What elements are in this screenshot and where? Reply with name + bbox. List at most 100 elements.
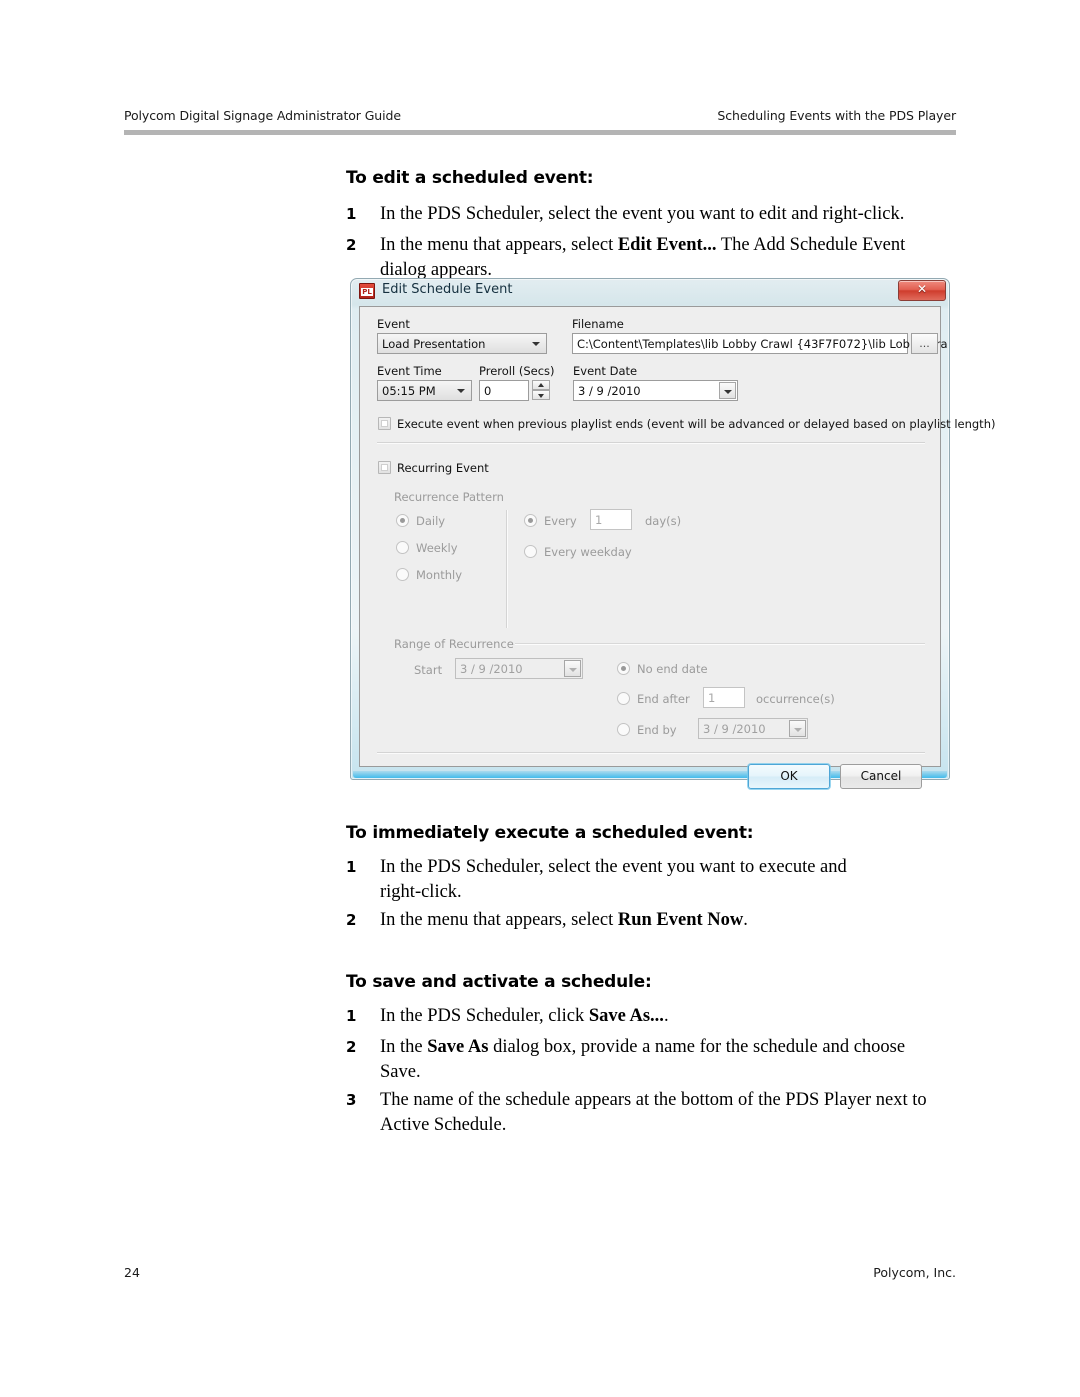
step-item: 2 In the menu that appears, select Edit …: [346, 233, 946, 283]
filename-value: C:\Content\Templates\lib Lobby Crawl {43…: [577, 337, 948, 351]
footer-page-number: 24: [124, 1265, 140, 1280]
step-text: In the PDS Scheduler, click Save As....: [380, 1006, 669, 1026]
every-unit-label: day(s): [645, 514, 682, 528]
end-after-value: 1: [708, 691, 716, 705]
every-interval-value: 1: [595, 513, 603, 527]
range-group-line: [515, 643, 925, 645]
heading-edit-scheduled-event: To edit a scheduled event:: [346, 168, 594, 188]
radio-weekly-label: Weekly: [416, 541, 458, 555]
radio-end-after[interactable]: [617, 692, 630, 705]
start-label: Start: [414, 663, 443, 677]
event-time-label: Event Time: [377, 364, 442, 378]
chevron-down-icon: [719, 382, 736, 399]
footer-divider: [377, 752, 925, 754]
radio-no-end-date[interactable]: [617, 662, 630, 675]
chevron-down-icon: [453, 382, 470, 399]
radio-end-by[interactable]: [617, 723, 630, 736]
step-item: 1 In the PDS Scheduler, click Save As...…: [346, 1004, 946, 1029]
step-text: In the menu that appears, select Run Eve…: [380, 910, 748, 930]
event-label: Event: [377, 317, 410, 331]
step-number: 2: [346, 236, 357, 254]
recurring-event-checkbox[interactable]: [378, 461, 391, 474]
filename-input[interactable]: C:\Content\Templates\lib Lobby Crawl {43…: [572, 333, 948, 354]
cancel-button[interactable]: Cancel: [840, 764, 922, 789]
step-number: 3: [346, 1091, 357, 1109]
occurrences-label: occurrence(s): [756, 692, 835, 706]
polycom-pl-icon: [359, 283, 375, 299]
every-interval-input[interactable]: 1: [590, 509, 632, 530]
end-by-date-picker[interactable]: 3 / 9 /2010: [698, 718, 808, 739]
step-text: In the PDS Scheduler, select the event y…: [380, 857, 847, 902]
step-text: The name of the schedule appears at the …: [380, 1090, 927, 1135]
close-icon[interactable]: ✕: [898, 280, 946, 301]
step-item: 2 In the menu that appears, select Run E…: [346, 908, 946, 933]
preroll-input[interactable]: 0: [479, 380, 529, 401]
step-text: In the menu that appears, select Edit Ev…: [380, 235, 906, 280]
radio-every-weekday[interactable]: [524, 545, 537, 558]
divider: [377, 442, 925, 444]
footer-brand: Polycom, Inc.: [873, 1265, 956, 1280]
dialog-client-area: Event Load Presentation Filename C:\Cont…: [359, 306, 995, 789]
start-date-value: 3 / 9 /2010: [460, 662, 523, 676]
preroll-label: Preroll (Secs): [479, 364, 555, 378]
preroll-stepper[interactable]: [532, 380, 550, 401]
event-date-value: 3 / 9 /2010: [578, 384, 641, 398]
event-time-combo[interactable]: 05:15 PM: [377, 380, 472, 401]
filename-label: Filename: [572, 317, 624, 331]
event-time-value: 05:15 PM: [382, 384, 436, 398]
step-text: In the Save As dialog box, provide a nam…: [380, 1037, 906, 1082]
step-number: 1: [346, 858, 357, 876]
heading-immediately-execute-event: To immediately execute a scheduled event…: [346, 823, 754, 843]
close-glyph: ✕: [916, 282, 928, 296]
event-date-picker[interactable]: 3 / 9 /2010: [573, 380, 738, 401]
radio-every-label: Every: [544, 514, 577, 528]
page-header: Polycom Digital Signage Administrator Gu…: [124, 108, 956, 138]
radio-daily-label: Daily: [416, 514, 446, 528]
stepper-down-icon[interactable]: [532, 390, 550, 400]
recurring-event-label: Recurring Event: [397, 461, 489, 475]
execute-on-playlist-end-checkbox[interactable]: [378, 417, 391, 430]
end-by-date-value: 3 / 9 /2010: [703, 722, 766, 736]
chevron-down-icon: [564, 660, 581, 677]
dialog-title: Edit Schedule Event: [382, 282, 513, 297]
radio-end-by-label: End by: [637, 723, 677, 737]
start-date-picker[interactable]: 3 / 9 /2010: [455, 658, 583, 679]
event-date-label: Event Date: [573, 364, 638, 378]
recurrence-divider: [506, 510, 508, 628]
step-item: 2 In the Save As dialog box, provide a n…: [346, 1035, 946, 1085]
step-number: 2: [346, 1038, 357, 1056]
radio-every-n-days[interactable]: [524, 514, 537, 527]
step-text: In the PDS Scheduler, select the event y…: [380, 204, 905, 224]
chevron-down-icon: [789, 720, 806, 737]
ok-button[interactable]: OK: [748, 764, 830, 789]
heading-save-and-activate-schedule: To save and activate a schedule:: [346, 972, 652, 992]
header-chapter-title: Scheduling Events with the PDS Player: [717, 108, 956, 123]
radio-no-end-date-label: No end date: [637, 662, 708, 676]
radio-monthly[interactable]: [396, 568, 409, 581]
step-item: 1 In the PDS Scheduler, select the event…: [346, 855, 886, 905]
step-item: 1 In the PDS Scheduler, select the event…: [346, 202, 946, 227]
radio-end-after-label: End after: [637, 692, 690, 706]
range-of-recurrence-group-label: Range of Recurrence: [394, 637, 514, 651]
header-rule: [124, 130, 956, 135]
dialog-titlebar[interactable]: Edit Schedule Event ✕: [350, 278, 950, 304]
end-after-input[interactable]: 1: [703, 687, 745, 708]
preroll-value: 0: [484, 384, 492, 398]
edit-schedule-event-dialog[interactable]: Edit Schedule Event ✕ Event Load Present…: [350, 278, 995, 789]
radio-monthly-label: Monthly: [416, 568, 463, 582]
stepper-up-icon[interactable]: [532, 380, 550, 390]
event-combo[interactable]: Load Presentation: [377, 333, 547, 354]
step-number: 1: [346, 1007, 357, 1025]
execute-on-playlist-end-label: Execute event when previous playlist end…: [397, 417, 996, 431]
recurrence-pattern-group-label: Recurrence Pattern: [394, 490, 504, 504]
event-combo-value: Load Presentation: [382, 337, 486, 351]
step-number: 1: [346, 205, 357, 223]
browse-button[interactable]: ...: [911, 333, 938, 354]
chevron-down-icon: [528, 335, 545, 352]
radio-every-weekday-label: Every weekday: [544, 545, 632, 559]
header-guide-title: Polycom Digital Signage Administrator Gu…: [124, 108, 401, 123]
step-item: 3 The name of the schedule appears at th…: [346, 1088, 954, 1138]
radio-daily[interactable]: [396, 514, 409, 527]
step-number: 2: [346, 911, 357, 929]
radio-weekly[interactable]: [396, 541, 409, 554]
